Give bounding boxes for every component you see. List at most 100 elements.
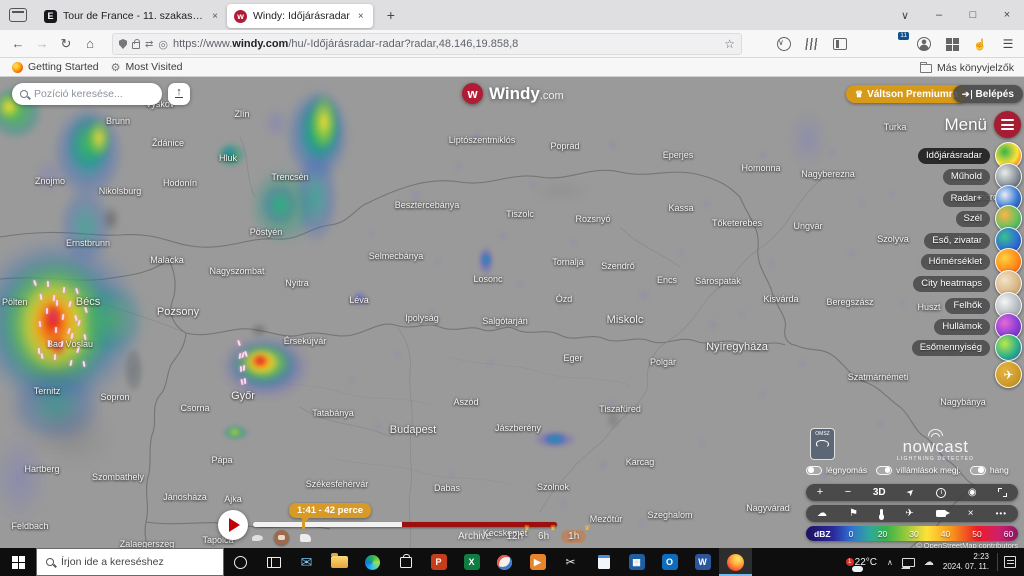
- toggle-légnyomás[interactable]: légnyomás: [806, 465, 867, 475]
- taskbar-app-store[interactable]: [389, 548, 422, 576]
- zoom-in-button[interactable]: +: [817, 487, 823, 498]
- windy-logo[interactable]: w Windy.com: [462, 83, 564, 104]
- upload-icon[interactable]: ↑: [168, 83, 190, 105]
- taskbar-app-snip[interactable]: ✂: [554, 548, 587, 576]
- tab-tour-de-france[interactable]: E Tour de France - 11. szakasz - E ×: [37, 4, 227, 28]
- maximize-button[interactable]: □: [956, 9, 990, 21]
- info-button[interactable]: i: [936, 487, 947, 498]
- tab-close-icon[interactable]: ×: [356, 11, 366, 22]
- search-input[interactable]: Pozíció keresése...: [12, 83, 162, 105]
- location-permission-icon[interactable]: ◎: [158, 38, 168, 51]
- taskbar-app-outlook[interactable]: O: [653, 548, 686, 576]
- tracking-shield-icon[interactable]: [119, 39, 127, 49]
- preset-1h[interactable]: 1h ♛: [561, 525, 590, 543]
- taskbar-app-explorer[interactable]: [323, 548, 356, 576]
- tab-title: Tour de France - 11. szakasz - E: [63, 10, 205, 22]
- preset-archive[interactable]: Archive: [455, 530, 494, 543]
- back-button[interactable]: ←: [6, 36, 30, 51]
- tab-close-icon[interactable]: ×: [210, 11, 220, 22]
- preset-12h[interactable]: 12h ♛: [503, 525, 530, 543]
- timeline-position-marker[interactable]: [302, 520, 305, 529]
- goat-badge-icon[interactable]: [274, 530, 289, 545]
- toggle-villámlások-megj-[interactable]: villámlások megj.: [876, 465, 961, 475]
- tray-expand-icon[interactable]: ∧: [887, 558, 893, 567]
- wind-flag-icon[interactable]: ⚑: [849, 508, 858, 519]
- weather-radar-map[interactable]: Brunn Vyškov Ždánice Zlín Hluk Trencsén Znojmo…: [0, 77, 1024, 548]
- more-icon[interactable]: •••: [996, 509, 1007, 518]
- bookmark-getting-started[interactable]: Getting Started: [12, 61, 99, 73]
- settings-button[interactable]: ◉: [968, 487, 977, 498]
- lock-icon[interactable]: [132, 39, 140, 49]
- home-button[interactable]: ⌂: [78, 36, 102, 51]
- bookmarks-bar: Getting Started ⚙ Most Visited: [0, 58, 1024, 77]
- layer-flights[interactable]: ✈: [995, 361, 1022, 388]
- ext-circle-icon[interactable]: [860, 36, 876, 52]
- taskbar-app-taskview[interactable]: [257, 548, 290, 576]
- start-button[interactable]: [0, 548, 36, 576]
- taskbar-app-movies[interactable]: ▶: [521, 548, 554, 576]
- tray-clock[interactable]: 2:23 2024. 07. 11.: [943, 552, 989, 572]
- toolbar-extensions: ∨ 11 ☝ ☰: [776, 32, 1016, 55]
- taskbar-search-input[interactable]: Írjon ide a kereséshez: [36, 548, 224, 576]
- taskbar-app-excel[interactable]: X: [455, 548, 488, 576]
- timeline-slider[interactable]: [253, 522, 557, 527]
- menu-button[interactable]: Menü: [944, 111, 1021, 138]
- weather-station-icon[interactable]: ☁: [817, 508, 827, 519]
- ext-hand-icon[interactable]: ☝: [972, 36, 988, 52]
- taskbar-app-powerpoint[interactable]: P: [422, 548, 455, 576]
- pocket-icon[interactable]: ∨: [776, 36, 792, 52]
- layer-label: Szél: [955, 210, 990, 227]
- webcams-icon[interactable]: [935, 510, 950, 517]
- taskbar-app-calc[interactable]: ▦: [620, 548, 653, 576]
- tab-manager-icon[interactable]: [9, 8, 27, 22]
- osm-attribution[interactable]: © OpenStreetMap contributors: [916, 541, 1018, 548]
- country-borders: [0, 136, 976, 548]
- preset-6h[interactable]: 6h ♛: [535, 525, 556, 543]
- sidebar-icon[interactable]: [832, 36, 848, 52]
- taskbar-app-edge[interactable]: [356, 548, 389, 576]
- close-button[interactable]: ×: [990, 9, 1024, 21]
- bookmark-star-icon[interactable]: ☆: [724, 37, 735, 51]
- taskbar-app-paint[interactable]: [488, 548, 521, 576]
- other-bookmarks[interactable]: Más könyvjelzők: [919, 58, 1014, 77]
- taskbar-app-firefox[interactable]: [719, 548, 752, 576]
- zoom-out-button[interactable]: −: [845, 487, 851, 498]
- taskbar-app-word[interactable]: W: [686, 548, 719, 576]
- layer-es-mennyis-g[interactable]: Esőmennyiség: [911, 334, 1022, 361]
- hamburger-icon[interactable]: [994, 111, 1021, 138]
- ext-shield-icon[interactable]: 11: [888, 32, 909, 52]
- forward-button[interactable]: →: [30, 36, 54, 51]
- toggle-hang[interactable]: hang: [969, 465, 1009, 475]
- extensions-icon[interactable]: [944, 36, 960, 52]
- new-tab-button[interactable]: +: [381, 7, 401, 23]
- notification-icon[interactable]: [1004, 556, 1016, 568]
- airports-icon[interactable]: ✈: [905, 508, 913, 519]
- bookmark-most-visited[interactable]: ⚙ Most Visited: [111, 61, 183, 74]
- taskbar-app-mail[interactable]: ✉: [290, 548, 323, 576]
- reload-button[interactable]: ↻: [54, 36, 78, 52]
- close-icon[interactable]: ×: [968, 508, 974, 519]
- tab-windy[interactable]: w Windy: Időjárásradar ×: [227, 4, 373, 28]
- thermometer-icon[interactable]: [879, 508, 884, 520]
- taskbar-app-notepad[interactable]: [587, 548, 620, 576]
- play-button[interactable]: [218, 510, 248, 540]
- layer-label: Időjárásradar: [918, 147, 990, 164]
- onedrive-icon[interactable]: ☁: [924, 557, 934, 568]
- login-button[interactable]: ➔ Belépés: [953, 85, 1023, 103]
- locate-button[interactable]: ➤: [904, 486, 916, 498]
- layer-icon[interactable]: [995, 334, 1022, 361]
- app-menu-icon[interactable]: ☰: [1000, 36, 1016, 52]
- list-tabs-icon[interactable]: ∨: [888, 9, 922, 22]
- mode-3d-button[interactable]: 3D: [873, 487, 886, 498]
- url-text[interactable]: https://www.windy.com/hu/-Időjárásradar-…: [173, 38, 719, 50]
- minimize-button[interactable]: –: [922, 9, 956, 21]
- container-icon[interactable]: ⇄: [145, 39, 153, 50]
- account-icon[interactable]: [916, 36, 932, 52]
- network-icon[interactable]: [900, 557, 915, 569]
- premium-button[interactable]: ♛ Váltson Premiumra: [846, 85, 968, 103]
- url-bar[interactable]: ⇄ ◎ https://www.windy.com/hu/-Időjárásra…: [112, 33, 742, 55]
- layer-icon[interactable]: ✈: [995, 361, 1022, 388]
- taskbar-app-cortana[interactable]: [224, 548, 257, 576]
- fullscreen-button[interactable]: [998, 488, 1008, 497]
- library-icon[interactable]: [804, 36, 820, 52]
